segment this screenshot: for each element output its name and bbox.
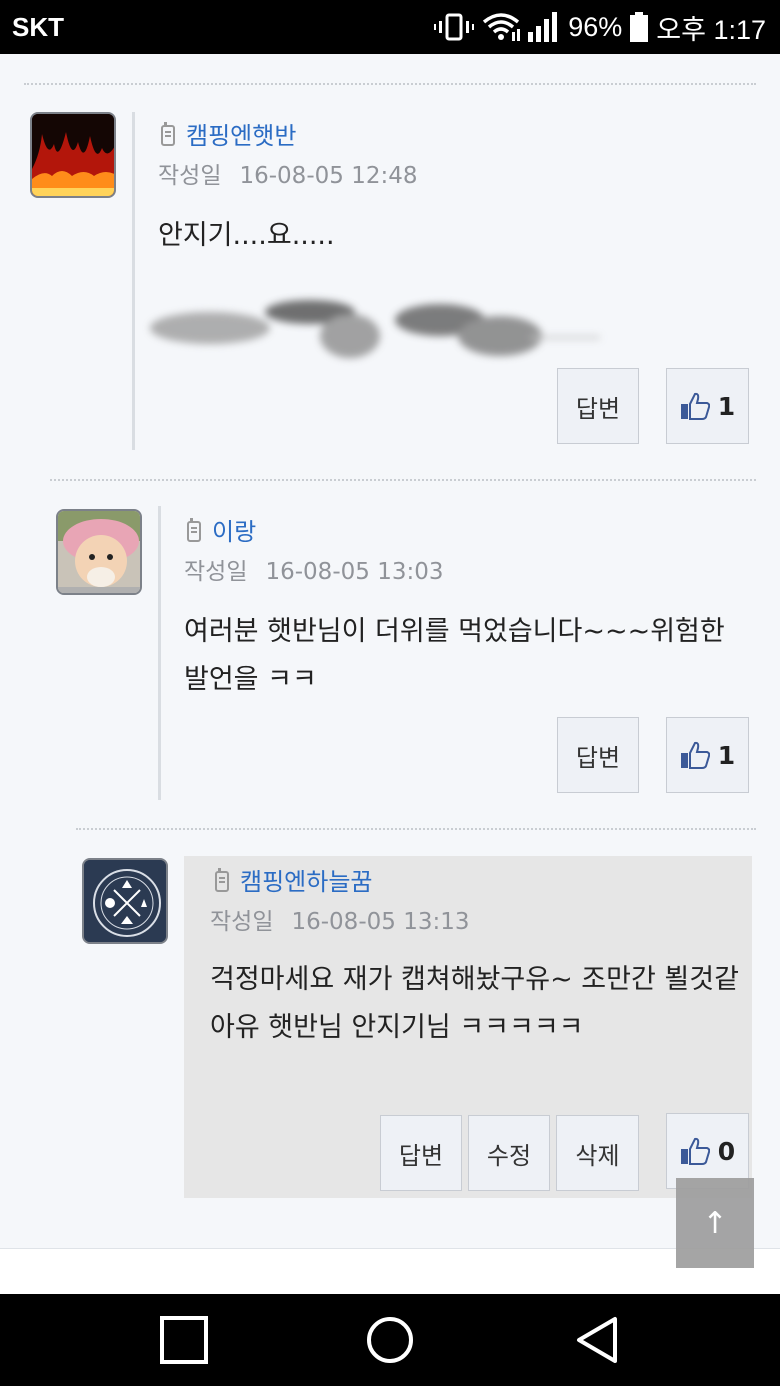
wifi-icon — [482, 12, 521, 42]
author-name[interactable]: 캠핑엔햇반 — [186, 116, 296, 151]
page-bottom — [0, 1248, 780, 1294]
comment-date: 16-08-05 13:13 — [291, 909, 470, 935]
comment-text: 여러분 햇반님이 더위를 먹었습니다~~~위험한 발언을 ㅋㅋ — [184, 616, 725, 695]
edit-button[interactable]: 수정 — [468, 1115, 550, 1191]
triangle-back-icon — [577, 1317, 617, 1363]
date-label: 작성일 — [158, 163, 222, 189]
signal-icon — [528, 12, 560, 42]
thumbs-up-icon — [680, 392, 710, 420]
reply-button[interactable]: 답변 — [380, 1115, 462, 1191]
mobile-icon — [161, 121, 175, 146]
scroll-top-button[interactable]: ↑ — [676, 1178, 754, 1268]
comment-text: 안지기....요..... — [158, 220, 335, 251]
like-count: 1 — [717, 740, 736, 770]
blurred-image — [140, 292, 600, 376]
reply-button[interactable]: 답변 — [557, 368, 639, 444]
avatar[interactable] — [56, 509, 142, 595]
square-icon — [160, 1316, 208, 1364]
comment-date: 16-08-05 12:48 — [239, 163, 418, 189]
carrier-label: SKT — [12, 12, 64, 42]
battery-icon — [630, 12, 649, 42]
thread-line — [132, 112, 135, 450]
navigation-bar — [0, 1294, 780, 1386]
comment-meta: 작성일 16-08-05 13:13 — [210, 902, 469, 936]
avatar[interactable] — [82, 858, 168, 944]
divider — [50, 479, 756, 481]
circle-icon — [367, 1317, 413, 1363]
delete-button[interactable]: 삭제 — [556, 1115, 639, 1191]
comment-meta: 작성일 16-08-05 12:48 — [158, 156, 417, 190]
author-name[interactable]: 캠핑엔하늘꿈 — [240, 862, 372, 897]
thumbs-up-icon — [680, 741, 710, 769]
like-button[interactable]: 1 — [666, 717, 749, 793]
like-count: 1 — [717, 391, 736, 421]
date-label: 작성일 — [184, 559, 248, 585]
divider — [76, 828, 756, 830]
comment-author[interactable]: 캠핑엔하늘꿈 — [214, 862, 372, 897]
comment-meta: 작성일 16-08-05 13:03 — [184, 552, 443, 586]
recent-apps-button[interactable] — [154, 1312, 214, 1368]
author-name[interactable]: 이랑 — [212, 512, 256, 547]
thread-line — [158, 506, 161, 800]
mobile-icon — [187, 517, 201, 542]
thumbs-up-icon — [680, 1137, 710, 1165]
vibrate-icon — [434, 12, 475, 42]
comment-author[interactable]: 이랑 — [186, 512, 256, 547]
reply-button[interactable]: 답변 — [557, 717, 639, 793]
status-icons: 96% 오후 1:17 — [434, 8, 766, 46]
divider — [24, 83, 756, 85]
comment-list: 캠핑엔햇반 작성일 16-08-05 12:48 안지기....요..... 답변… — [0, 54, 780, 1294]
mobile-icon — [215, 867, 229, 892]
date-label: 작성일 — [210, 909, 274, 935]
comment-date: 16-08-05 13:03 — [265, 559, 444, 585]
home-button[interactable] — [360, 1312, 420, 1368]
status-bar: SKT 96% 오후 1:17 — [0, 0, 780, 54]
like-count: 0 — [717, 1136, 736, 1166]
clock: 오후 1:17 — [656, 14, 766, 45]
comment-author[interactable]: 캠핑엔햇반 — [160, 116, 296, 151]
battery-percent: 96% — [568, 11, 623, 42]
comment-text: 걱정마세요 재가 캡쳐해놨구유~ 조만간 뵐것같아유 햇반님 안지기님 ㅋㅋㅋㅋ… — [210, 964, 739, 1043]
back-button[interactable] — [568, 1312, 628, 1368]
avatar[interactable] — [30, 112, 116, 198]
like-button[interactable]: 1 — [666, 368, 749, 444]
